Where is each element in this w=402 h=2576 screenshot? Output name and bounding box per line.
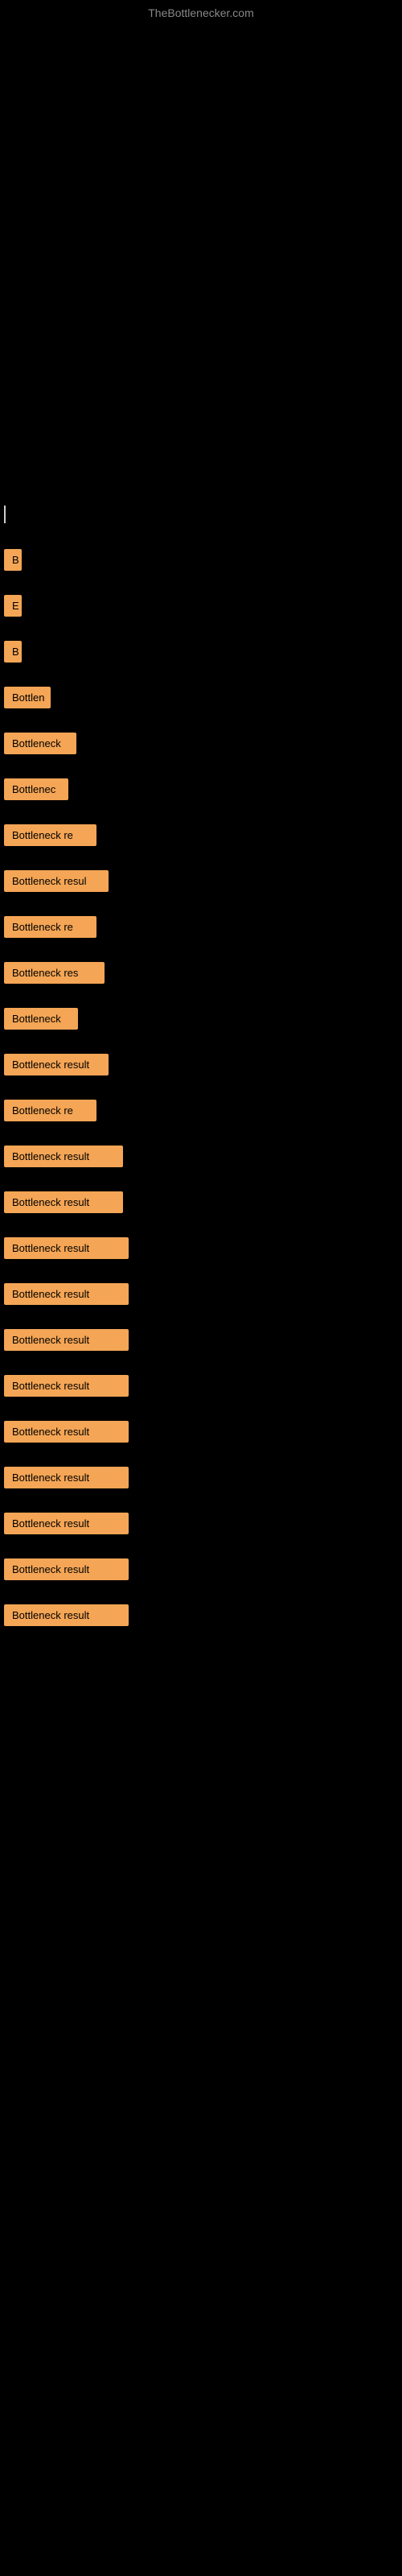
result-item: Bottleneck resul xyxy=(4,870,109,892)
result-gap xyxy=(0,1126,402,1141)
result-item: Bottleneck result xyxy=(4,1604,129,1626)
result-item: Bottleneck res xyxy=(4,962,105,984)
site-header: TheBottlenecker.com xyxy=(0,0,402,23)
result-gap xyxy=(0,1447,402,1462)
result-item: E xyxy=(4,595,22,617)
result-item: Bottleneck result xyxy=(4,1237,129,1259)
text-cursor xyxy=(4,506,6,523)
result-item: Bottleneck re xyxy=(4,824,96,846)
result-gap xyxy=(0,943,402,957)
result-item: Bottleneck result xyxy=(4,1421,129,1443)
result-gap xyxy=(0,1172,402,1187)
result-gap xyxy=(0,759,402,774)
result-item: Bottleneck re xyxy=(4,916,96,938)
result-item: Bottleneck result xyxy=(4,1467,129,1488)
result-gap xyxy=(0,897,402,911)
result-item: Bottlenec xyxy=(4,778,68,800)
result-item: Bottleneck result xyxy=(4,1191,123,1213)
result-item: Bottleneck xyxy=(4,1008,78,1030)
result-item: Bottleneck result xyxy=(4,1558,129,1580)
result-item: Bottleneck result xyxy=(4,1513,129,1534)
result-item: Bottleneck result xyxy=(4,1146,123,1167)
result-gap xyxy=(0,1080,402,1095)
result-item: Bottlen xyxy=(4,687,51,708)
result-gap xyxy=(0,805,402,819)
result-item: Bottleneck xyxy=(4,733,76,754)
top-section xyxy=(0,23,402,522)
result-gap xyxy=(0,1034,402,1049)
result-gap xyxy=(0,667,402,682)
site-title: TheBottlenecker.com xyxy=(0,0,402,23)
result-gap xyxy=(0,1539,402,1554)
result-gap xyxy=(0,1264,402,1278)
result-gap xyxy=(0,713,402,728)
result-item: B xyxy=(4,549,22,571)
result-gap xyxy=(0,851,402,865)
result-gap xyxy=(0,1585,402,1600)
result-gap xyxy=(0,576,402,590)
result-item: Bottleneck result xyxy=(4,1283,129,1305)
result-item: Bottleneck result xyxy=(4,1054,109,1075)
result-item: Bottleneck result xyxy=(4,1375,129,1397)
result-gap xyxy=(0,530,402,544)
result-item: Bottleneck result xyxy=(4,1329,129,1351)
result-gap xyxy=(0,1218,402,1232)
results-section: B E B Bottlen Bottleneck Bottlenec Bottleneck … xyxy=(0,522,402,1626)
result-gap xyxy=(0,1493,402,1508)
result-gap xyxy=(0,989,402,1003)
result-item: Bottleneck re xyxy=(4,1100,96,1121)
result-gap xyxy=(0,1310,402,1324)
result-gap xyxy=(0,1402,402,1416)
result-gap xyxy=(0,621,402,636)
result-gap xyxy=(0,1356,402,1370)
result-item: B xyxy=(4,641,22,663)
